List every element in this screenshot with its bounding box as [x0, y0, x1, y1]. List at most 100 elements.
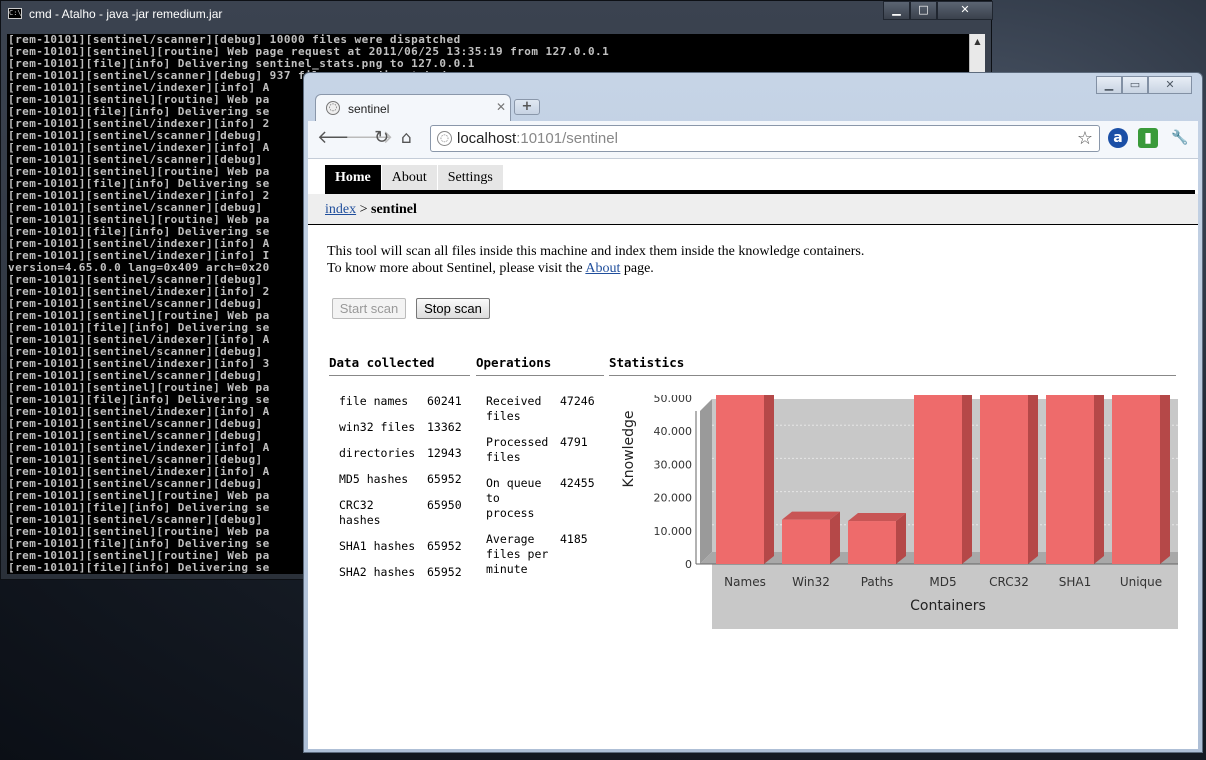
data-row-label: MD5 hashes	[339, 472, 409, 486]
bar	[716, 395, 764, 564]
data-row-value: 12943	[427, 446, 462, 460]
browser-tab[interactable]: ◌ sentinel ✕	[315, 94, 511, 122]
data-row-label: file names	[339, 394, 409, 408]
x-tick-label: Win32	[792, 575, 830, 589]
data-row-label: directories	[339, 446, 416, 460]
bar-side	[962, 395, 972, 564]
bar	[914, 395, 962, 564]
operation-row-value: 42455	[560, 476, 595, 490]
data-row-value: 13362	[427, 420, 462, 434]
intro-line-1: This tool will scan all files inside thi…	[327, 244, 865, 259]
console-icon: C:\	[8, 8, 22, 19]
start-scan-button[interactable]: Start scan	[332, 298, 406, 319]
operation-row-label: Received files	[486, 394, 542, 423]
data-row-value: 65952	[427, 565, 462, 579]
intro-text: This tool will scan all files inside thi…	[327, 243, 864, 277]
browser-window: ▁ ▭ ✕ ◌ sentinel ✕ + 🡐 🡒 ↻ ⌂ ◌ localhost…	[303, 72, 1203, 753]
x-tick-label: CRC32	[989, 575, 1029, 589]
bookmark-star-icon[interactable]: ☆	[1077, 128, 1093, 149]
data-row-value: 65952	[427, 472, 462, 486]
y-tick-label: 50.000	[654, 395, 693, 405]
data-row-value: 65950	[427, 498, 462, 512]
url-text[interactable]: localhost:10101/sentinel	[457, 130, 618, 147]
operation-row-label: Average files per minute	[486, 532, 549, 576]
bar	[980, 395, 1028, 564]
scroll-up-icon[interactable]: ▲	[970, 34, 985, 50]
y-axis-label: Knowledge	[621, 411, 637, 488]
top-menu: Home About Settings	[325, 165, 504, 190]
browser-close-button[interactable]: ✕	[1148, 76, 1192, 94]
x-tick-label: Unique	[1120, 575, 1162, 589]
data-row-value: 60241	[427, 394, 462, 408]
cmd-title: cmd - Atalho - java -jar remedium.jar	[29, 7, 223, 21]
operations-heading: Operations	[476, 355, 604, 376]
extension-a-icon[interactable]: a	[1108, 128, 1128, 148]
bar-side	[1094, 395, 1104, 564]
reload-icon[interactable]: ↻	[374, 129, 389, 147]
address-bar[interactable]: ◌ localhost:10101/sentinel ☆	[430, 125, 1100, 152]
browser-toolbar: 🡐 🡒 ↻ ⌂ ◌ localhost:10101/sentinel ☆ a ▮…	[308, 121, 1198, 159]
browser-minimize-button[interactable]: ▁	[1096, 76, 1122, 94]
site-info-icon[interactable]: ◌	[437, 131, 452, 146]
data-collected-heading: Data collected	[329, 355, 470, 376]
maximize-button[interactable]: □	[910, 1, 937, 20]
breadcrumb: index > sentinel	[308, 194, 1198, 225]
data-row-value: 65952	[427, 539, 462, 553]
x-axis-label: Containers	[910, 598, 986, 614]
menu-about[interactable]: About	[381, 165, 438, 190]
close-button[interactable]: ✕	[937, 1, 993, 20]
intro-line-2-suffix: page.	[620, 261, 654, 276]
y-tick-label: 30.000	[654, 458, 693, 471]
browser-maximize-button[interactable]: ▭	[1122, 76, 1148, 94]
data-row-label: win32 files	[339, 420, 416, 434]
bar-top	[848, 513, 906, 522]
y-tick-label: 10.000	[654, 525, 693, 538]
breadcrumb-separator: >	[356, 202, 372, 217]
x-tick-label: MD5	[929, 575, 956, 589]
home-icon[interactable]: ⌂	[401, 129, 412, 147]
x-tick-label: SHA1	[1059, 575, 1091, 589]
menu-home[interactable]: Home	[325, 165, 382, 190]
bar-side	[896, 513, 906, 564]
page-globe-icon: ◌	[326, 101, 340, 115]
operation-row-value: 47246	[560, 394, 595, 408]
bar	[1046, 395, 1094, 564]
cmd-titlebar[interactable]: C:\ cmd - Atalho - java -jar remedium.ja…	[1, 1, 993, 27]
breadcrumb-current: sentinel	[371, 202, 417, 217]
data-row-label: SHA2 hashes	[339, 565, 416, 579]
data-row-label: CRC32 hashes	[339, 498, 381, 527]
operation-row-label: On queue to process	[486, 476, 542, 520]
stop-scan-button[interactable]: Stop scan	[416, 298, 490, 319]
plot-left-wall	[700, 399, 712, 564]
x-tick-label: Paths	[861, 575, 894, 589]
extension-green-icon[interactable]: ▮	[1138, 128, 1158, 148]
minimize-button[interactable]: ▁	[883, 1, 910, 20]
y-tick-label: 40.000	[654, 425, 693, 438]
knowledge-bar-chart: 010.00020.00030.00040.00050.00060.000Nam…	[621, 395, 1178, 629]
bar-side	[764, 395, 774, 564]
bar-top	[782, 511, 840, 520]
bar	[848, 521, 896, 564]
tab-title: sentinel	[348, 102, 390, 116]
wrench-icon[interactable]: 🔧	[1170, 128, 1190, 148]
bar-side	[830, 511, 840, 564]
y-tick-label: 0	[685, 558, 692, 571]
bar	[1112, 395, 1160, 564]
x-tick-label: Names	[724, 575, 766, 589]
intro-line-2-prefix: To know more about Sentinel, please visi…	[327, 261, 586, 276]
operation-row-value: 4185	[560, 532, 588, 546]
about-link[interactable]: About	[585, 261, 620, 276]
menu-settings[interactable]: Settings	[437, 165, 504, 190]
new-tab-button[interactable]: +	[514, 99, 540, 115]
y-tick-label: 20.000	[654, 492, 693, 505]
bar	[782, 519, 830, 564]
breadcrumb-index-link[interactable]: index	[325, 202, 356, 217]
operation-row-label: Processed files	[486, 435, 549, 464]
bar-side	[1160, 395, 1170, 564]
tab-close-icon[interactable]: ✕	[496, 100, 506, 114]
page-content: Home About Settings index > sentinel Thi…	[308, 159, 1198, 749]
statistics-heading: Statistics	[609, 355, 1176, 376]
data-row-label: SHA1 hashes	[339, 539, 416, 553]
operation-row-value: 4791	[560, 435, 588, 449]
bar-side	[1028, 395, 1038, 564]
